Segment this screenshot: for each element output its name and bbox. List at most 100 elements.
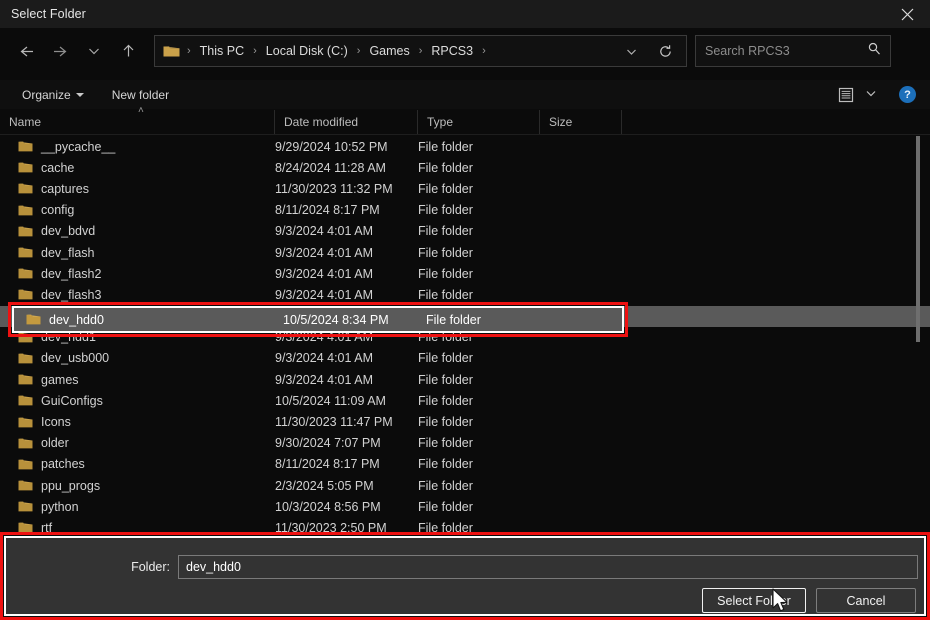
folder-icon bbox=[18, 500, 33, 513]
new-folder-button[interactable]: New folder bbox=[104, 83, 177, 106]
file-type: File folder bbox=[418, 394, 540, 408]
folder-label: Folder: bbox=[6, 560, 178, 574]
breadcrumb-item-local-disk[interactable]: Local Disk (C:) bbox=[264, 44, 350, 58]
file-date: 8/11/2024 8:17 PM bbox=[275, 203, 418, 217]
cancel-button[interactable]: Cancel bbox=[816, 588, 916, 613]
column-headers: Name ˄ Date modified Type Size bbox=[0, 111, 930, 135]
folder-icon bbox=[18, 394, 33, 407]
table-row[interactable]: dev_flash9/3/2024 4:01 AMFile folder bbox=[0, 242, 930, 263]
file-date: 2/3/2024 5:05 PM bbox=[275, 479, 418, 493]
file-type: File folder bbox=[418, 373, 540, 387]
column-header-name-label: Name bbox=[9, 115, 41, 129]
file-date: 8/24/2024 11:28 AM bbox=[275, 161, 418, 175]
file-type: File folder bbox=[418, 500, 540, 514]
file-name: dev_flash3 bbox=[41, 288, 101, 302]
table-row[interactable]: rtf11/30/2023 2:50 PMFile folder bbox=[0, 517, 930, 532]
arrow-up-icon[interactable] bbox=[111, 36, 145, 66]
file-date: 9/3/2024 4:01 AM bbox=[275, 224, 418, 238]
column-header-name[interactable]: Name ˄ bbox=[0, 110, 275, 134]
table-row[interactable]: ppu_progs2/3/2024 5:05 PMFile folder bbox=[0, 475, 930, 496]
vertical-scrollbar[interactable] bbox=[914, 136, 923, 532]
scrollbar-thumb[interactable] bbox=[916, 136, 920, 342]
help-icon[interactable]: ? bbox=[899, 86, 916, 103]
arrow-right-icon[interactable] bbox=[43, 36, 77, 66]
table-row[interactable]: dev_usb0009/3/2024 4:01 AMFile folder bbox=[0, 348, 930, 369]
table-row[interactable]: cache 8/24/2024 11:28 AMFile folder bbox=[0, 157, 930, 178]
folder-icon bbox=[18, 267, 33, 280]
file-name: cache bbox=[41, 161, 74, 175]
file-date: 11/30/2023 11:32 PM bbox=[275, 182, 418, 196]
folder-icon bbox=[18, 416, 33, 429]
table-row[interactable]: __pycache__9/29/2024 10:52 PMFile folder bbox=[0, 136, 930, 157]
search-input[interactable]: Search RPCS3 bbox=[695, 35, 891, 67]
file-name: dev_bdvd bbox=[41, 224, 95, 238]
table-row[interactable]: config8/11/2024 8:17 PMFile folder bbox=[0, 200, 930, 221]
selection-highlight-annotation bbox=[8, 302, 628, 337]
file-name-cell: captures bbox=[0, 182, 275, 196]
table-row[interactable]: captures11/30/2023 11:32 PMFile folder bbox=[0, 178, 930, 199]
breadcrumb-item-rpcs3[interactable]: RPCS3 bbox=[429, 44, 475, 58]
organize-label: Organize bbox=[22, 88, 71, 102]
folder-name-row: Folder: dev_hdd0 bbox=[6, 554, 924, 580]
table-row[interactable]: GuiConfigs10/5/2024 11:09 AMFile folder bbox=[0, 390, 930, 411]
file-name-cell: cache bbox=[0, 161, 275, 175]
table-row[interactable]: dev_flash29/3/2024 4:01 AMFile folder bbox=[0, 263, 930, 284]
folder-icon bbox=[18, 373, 33, 386]
table-row[interactable]: Icons11/30/2023 11:47 PMFile folder bbox=[0, 411, 930, 432]
breadcrumb-item-this-pc[interactable]: This PC bbox=[198, 44, 246, 58]
column-header-size-label: Size bbox=[549, 115, 572, 129]
table-row[interactable]: patches8/11/2024 8:17 PMFile folder bbox=[0, 454, 930, 475]
file-name: patches bbox=[41, 457, 85, 471]
list-view-icon[interactable] bbox=[836, 85, 856, 105]
organize-button[interactable]: Organize bbox=[14, 83, 92, 106]
column-header-size[interactable]: Size bbox=[540, 110, 622, 134]
folder-icon bbox=[18, 225, 33, 238]
file-type: File folder bbox=[418, 140, 540, 154]
file-date: 11/30/2023 11:47 PM bbox=[275, 415, 418, 429]
table-row[interactable]: dev_bdvd 9/3/2024 4:01 AMFile folder bbox=[0, 221, 930, 242]
file-name-cell: __pycache__ bbox=[0, 140, 275, 154]
file-type: File folder bbox=[418, 415, 540, 429]
folder-icon bbox=[18, 246, 33, 259]
file-date: 9/3/2024 4:01 AM bbox=[275, 373, 418, 387]
select-folder-button[interactable]: Select Folder bbox=[702, 588, 806, 613]
file-type: File folder bbox=[418, 224, 540, 238]
sort-ascending-icon: ˄ bbox=[138, 105, 144, 116]
folder-icon bbox=[18, 437, 33, 450]
select-folder-dialog: Select Folder bbox=[0, 0, 930, 620]
column-header-type[interactable]: Type bbox=[418, 110, 540, 134]
file-name-cell: dev_flash2 bbox=[0, 267, 275, 281]
folder-icon bbox=[18, 352, 33, 365]
file-date: 8/11/2024 8:17 PM bbox=[275, 457, 418, 471]
file-type: File folder bbox=[418, 246, 540, 260]
table-row[interactable]: games9/3/2024 4:01 AMFile folder bbox=[0, 369, 930, 390]
file-date: 10/3/2024 8:56 PM bbox=[275, 500, 418, 514]
arrow-left-icon[interactable] bbox=[9, 36, 43, 66]
folder-icon bbox=[18, 140, 33, 153]
folder-name-input[interactable]: dev_hdd0 bbox=[178, 555, 918, 579]
chevron-down-icon[interactable] bbox=[620, 36, 642, 66]
chevron-down-icon[interactable] bbox=[77, 36, 111, 66]
file-name: older bbox=[41, 436, 69, 450]
file-name-cell: dev_flash3 bbox=[0, 288, 275, 302]
search-icon[interactable] bbox=[867, 42, 881, 61]
file-type: File folder bbox=[418, 288, 540, 302]
column-header-date-modified[interactable]: Date modified bbox=[275, 110, 418, 134]
search-placeholder: Search RPCS3 bbox=[696, 44, 790, 58]
caret-down-icon bbox=[76, 93, 84, 97]
file-name-cell: games bbox=[0, 373, 275, 387]
file-type: File folder bbox=[418, 161, 540, 175]
refresh-icon[interactable] bbox=[652, 36, 678, 66]
chevron-down-icon[interactable] bbox=[865, 86, 877, 104]
breadcrumb-item-games[interactable]: Games bbox=[367, 44, 411, 58]
close-icon[interactable] bbox=[884, 0, 930, 28]
help-label: ? bbox=[904, 89, 911, 101]
table-row[interactable]: python10/3/2024 8:56 PMFile folder bbox=[0, 496, 930, 517]
folder-icon bbox=[18, 521, 33, 532]
file-type: File folder bbox=[418, 203, 540, 217]
file-type: File folder bbox=[418, 267, 540, 281]
file-name-cell: patches bbox=[0, 457, 275, 471]
file-name-cell: older bbox=[0, 436, 275, 450]
breadcrumb[interactable]: › This PC › Local Disk (C:) › Games › RP… bbox=[154, 35, 687, 67]
table-row[interactable]: older9/30/2024 7:07 PMFile folder bbox=[0, 433, 930, 454]
